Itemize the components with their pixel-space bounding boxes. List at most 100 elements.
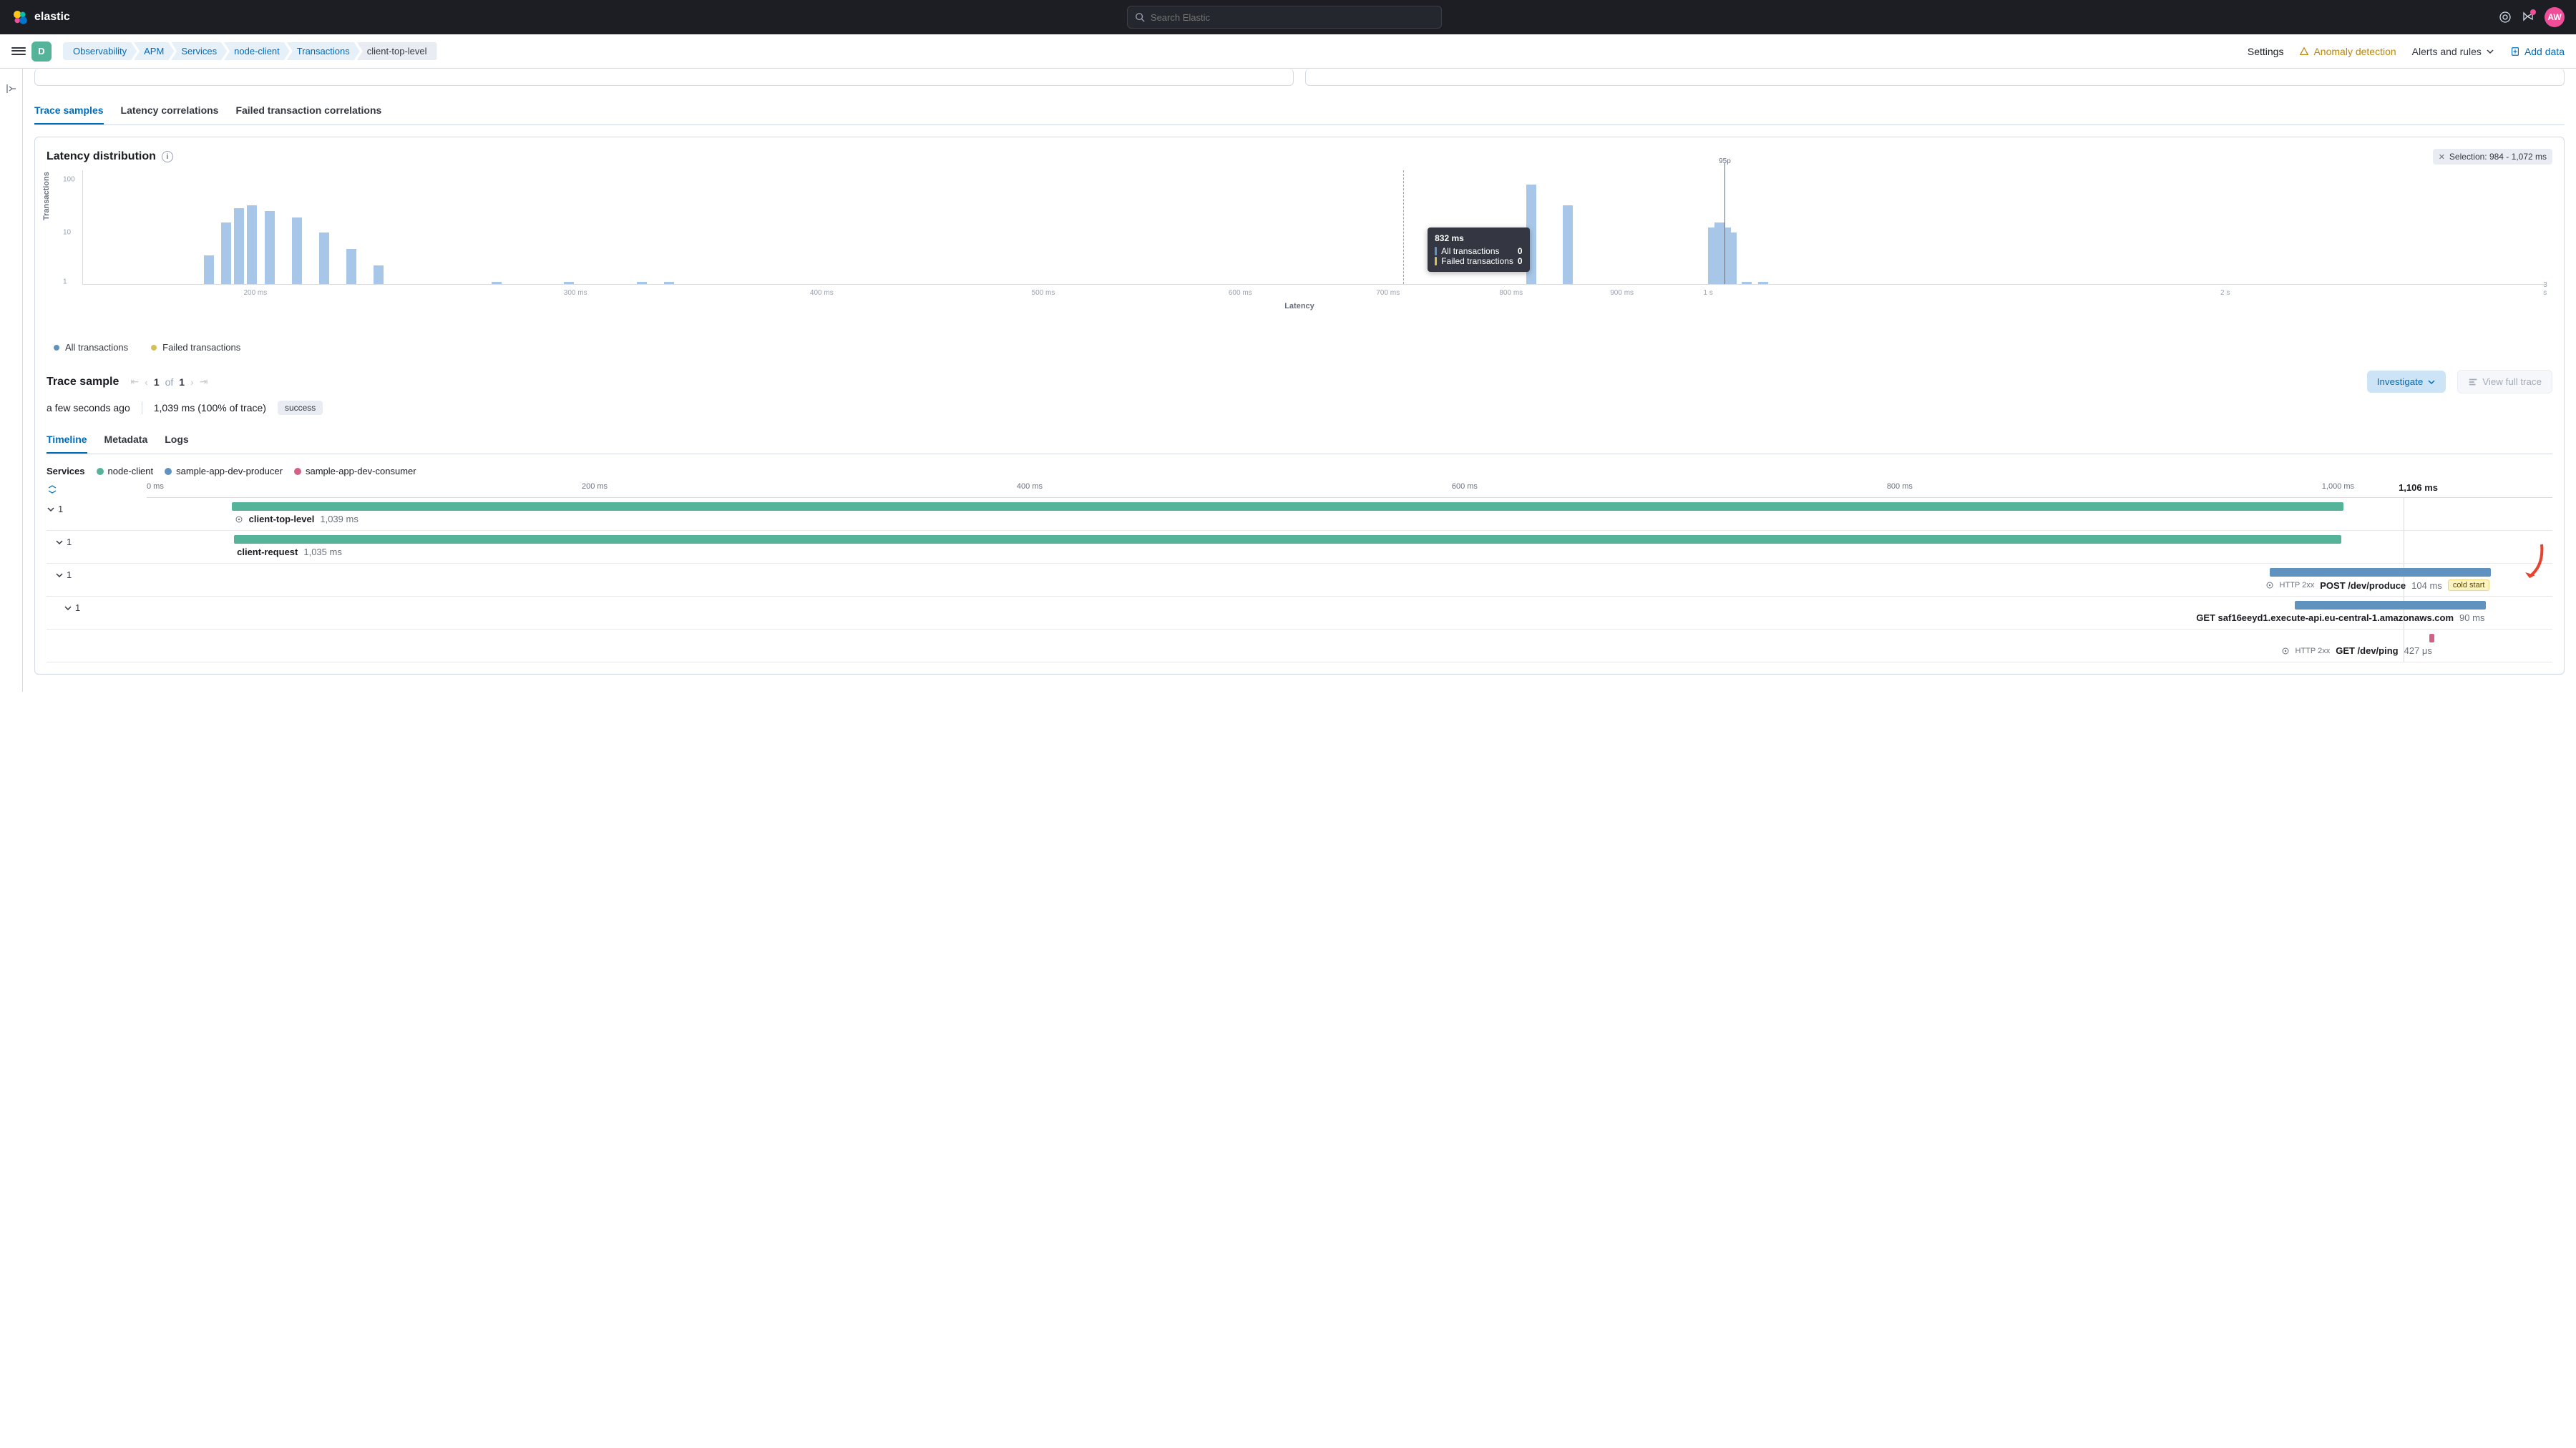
- space-badge[interactable]: D: [31, 41, 52, 62]
- expand-rail-icon[interactable]: [6, 83, 17, 97]
- breadcrumb-item[interactable]: APM: [134, 42, 174, 60]
- trace-icon: [2468, 377, 2478, 387]
- selection-pill[interactable]: ✕ Selection: 984 - 1,072 ms: [2433, 149, 2552, 165]
- span-bar[interactable]: [2295, 601, 2487, 610]
- timeline-controls: [47, 482, 97, 495]
- subheader-actions: Settings Anomaly detection Alerts and ru…: [2248, 46, 2565, 57]
- trace-timestamp: a few seconds ago: [47, 402, 130, 414]
- news-icon[interactable]: [2522, 11, 2534, 24]
- investigate-button[interactable]: Investigate: [2367, 371, 2446, 393]
- card: [1305, 69, 2565, 86]
- chevron-down-icon: [2427, 378, 2436, 386]
- trace-pager: ⇤ ‹ 1 of 1 › ⇥: [130, 376, 208, 388]
- pager-of: of: [165, 376, 174, 388]
- service-name: sample-app-dev-consumer: [306, 466, 416, 476]
- investigate-label: Investigate: [2377, 376, 2423, 387]
- latency-chart[interactable]: Transactions 200 ms300 ms400 ms500 ms600…: [47, 170, 2552, 328]
- span-label: client-request 1,035 ms: [97, 547, 2552, 557]
- pager-last-icon[interactable]: ⇥: [200, 376, 208, 388]
- chevron-down-icon: [47, 505, 55, 514]
- service-legend-item[interactable]: node-client: [97, 466, 154, 476]
- logo-text: elastic: [34, 11, 70, 24]
- pager-next-icon[interactable]: ›: [190, 376, 194, 388]
- waterfall: 1 client-top-level1,039 ms 1 client-request…: [47, 498, 2552, 662]
- span-label: client-top-level1,039 ms: [97, 514, 2552, 524]
- span-bar[interactable]: [2429, 634, 2434, 642]
- chevron-down-icon: [55, 571, 64, 579]
- service-name: sample-app-dev-producer: [176, 466, 283, 476]
- pager-current: 1: [154, 376, 160, 388]
- span-label: HTTP 2xxGET /dev/ping427 μs: [97, 645, 2552, 656]
- pager-first-icon[interactable]: ⇤: [130, 376, 139, 388]
- service-legend-item[interactable]: sample-app-dev-consumer: [294, 466, 416, 476]
- waterfall-row[interactable]: HTTP 2xxGET /dev/ping427 μs: [47, 630, 2552, 662]
- services-label: Services: [47, 466, 85, 476]
- waterfall-row[interactable]: 1 HTTP 2xxPOST /dev/produce104 mscold sta…: [47, 564, 2552, 597]
- card: [34, 69, 1294, 86]
- tab-failed-correlations[interactable]: Failed transaction correlations: [235, 97, 381, 124]
- row-toggle[interactable]: 1: [47, 504, 63, 514]
- breadcrumb-item[interactable]: node-client: [224, 42, 290, 60]
- tab-metadata[interactable]: Metadata: [104, 426, 148, 454]
- chevron-down-icon: [64, 604, 72, 612]
- search-input[interactable]: [1151, 12, 1434, 23]
- fit-icon[interactable]: [47, 484, 58, 495]
- span-name: client-request: [237, 547, 298, 557]
- legend-label: Failed transactions: [162, 342, 240, 353]
- tab-latency-correlations[interactable]: Latency correlations: [121, 97, 219, 124]
- plus-doc-icon: [2510, 47, 2520, 57]
- span-label: HTTP 2xxPOST /dev/produce104 mscold star…: [97, 579, 2552, 591]
- latency-panel: Latency distribution i ✕ Selection: 984 …: [34, 137, 2565, 675]
- anomaly-link[interactable]: Anomaly detection: [2299, 46, 2396, 57]
- http-status: HTTP 2xx: [2296, 647, 2331, 655]
- row-toggle[interactable]: 1: [64, 602, 80, 613]
- row-toggle[interactable]: 1: [55, 569, 72, 580]
- info-icon[interactable]: i: [162, 151, 173, 162]
- top-tabs: Trace samples Latency correlations Faile…: [34, 97, 2565, 125]
- search-icon: [1135, 12, 1145, 22]
- breadcrumb: Observability APM Services node-client T…: [63, 42, 434, 60]
- timeline: 0 ms200 ms400 ms600 ms800 ms1,000 ms1,10…: [47, 482, 2552, 662]
- pager-prev-icon[interactable]: ‹: [145, 376, 148, 388]
- service-legend-item[interactable]: sample-app-dev-producer: [165, 466, 283, 476]
- clear-selection-icon[interactable]: ✕: [2439, 152, 2445, 162]
- span-duration: 1,035 ms: [303, 547, 341, 557]
- user-avatar[interactable]: AW: [2545, 7, 2565, 27]
- tab-trace-samples[interactable]: Trace samples: [34, 97, 104, 124]
- panel-title: Latency distribution i: [47, 150, 173, 163]
- tab-logs[interactable]: Logs: [165, 426, 188, 454]
- span-bar[interactable]: [234, 535, 2341, 544]
- waterfall-row[interactable]: 1 client-top-level1,039 ms: [47, 498, 2552, 531]
- service-dot-icon: [294, 468, 301, 475]
- service-dot-icon: [165, 468, 172, 475]
- add-data-link[interactable]: Add data: [2510, 46, 2565, 57]
- trace-duration: 1,039 ms: [154, 402, 195, 414]
- elastic-logo[interactable]: elastic: [11, 9, 70, 26]
- help-icon[interactable]: [2499, 11, 2512, 24]
- pager-total: 1: [179, 376, 185, 388]
- breadcrumb-item[interactable]: Services: [171, 42, 227, 60]
- breadcrumb-item[interactable]: Observability: [63, 42, 137, 60]
- alerts-rules-menu[interactable]: Alerts and rules: [2412, 46, 2494, 57]
- waterfall-row[interactable]: 1 GET saf16eeyd1.execute-api.eu-central-1…: [47, 597, 2552, 630]
- legend-all[interactable]: All transactions: [54, 342, 128, 353]
- span-type-icon: [2265, 581, 2274, 590]
- span-bar[interactable]: [2270, 568, 2491, 577]
- legend-failed[interactable]: Failed transactions: [151, 342, 240, 353]
- trace-meta: a few seconds ago 1,039 ms (100% of trac…: [47, 401, 2552, 415]
- span-name: GET saf16eeyd1.execute-api.eu-central-1.…: [2196, 612, 2454, 623]
- tab-timeline[interactable]: Timeline: [47, 426, 87, 454]
- row-toggle[interactable]: 1: [55, 537, 72, 547]
- main-content: Trace samples Latency correlations Faile…: [23, 69, 2576, 692]
- waterfall-row[interactable]: 1 client-request 1,035 ms: [47, 531, 2552, 564]
- service-dot-icon: [97, 468, 104, 475]
- left-rail: [0, 69, 23, 692]
- chart-plot-area[interactable]: 200 ms300 ms400 ms500 ms600 ms700 ms800 …: [82, 170, 2545, 285]
- global-search[interactable]: [1127, 6, 1442, 29]
- settings-link[interactable]: Settings: [2248, 46, 2284, 57]
- span-duration: 427 μs: [2404, 645, 2432, 656]
- span-type-icon: [235, 515, 243, 524]
- nav-toggle-icon[interactable]: [11, 44, 26, 59]
- breadcrumb-item[interactable]: Transactions: [287, 42, 360, 60]
- span-bar[interactable]: [232, 502, 2344, 511]
